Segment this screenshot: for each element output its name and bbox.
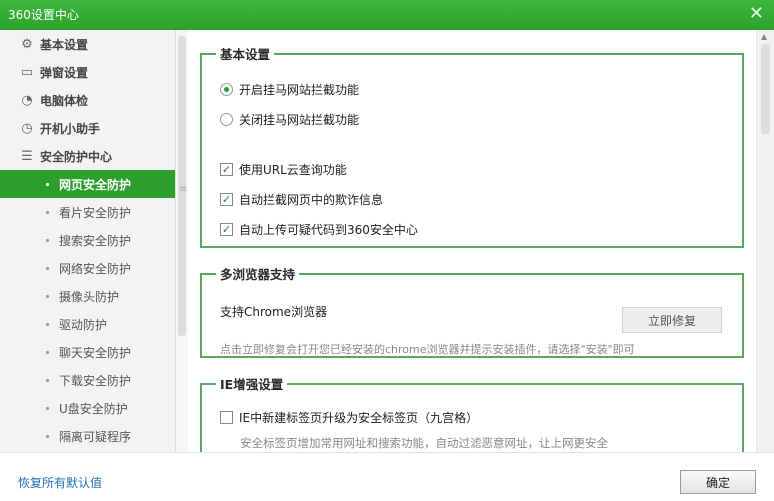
sidebar-scrollbar[interactable]: ≡ <box>176 30 188 452</box>
sidebar-item-camera-protection[interactable]: 摄像头防护 <box>0 282 175 310</box>
checkbox-checked-icon: ✓ <box>220 193 233 206</box>
option-label: IE中新建标签页升级为安全标签页（九宫格） <box>239 411 479 425</box>
chrome-support-label: 支持Chrome浏览器 <box>220 305 328 319</box>
option-label: 关闭挂马网站拦截功能 <box>239 113 360 127</box>
bullet-icon <box>46 406 49 410</box>
sidebar-item-label: 弹窗设置 <box>40 65 89 80</box>
sidebar-item-security-center[interactable]: ☰ 安全防护中心 <box>0 142 175 170</box>
option-label: 开启挂马网站拦截功能 <box>239 83 360 97</box>
radio-unchecked-icon <box>220 113 233 126</box>
restore-defaults-link[interactable]: 恢复所有默认值 <box>18 474 102 491</box>
group-title: IE增强设置 <box>220 377 284 392</box>
window-icon: ▭ <box>20 64 34 80</box>
repair-note: 点击立即修复会打开您已经安装的chrome浏览器并提示安装插件，请选择"安装"即… <box>220 343 635 356</box>
ie-enhance-group: IE增强设置 IE中新建标签页升级为安全标签页（九宫格） 安全标签页增加常用网址… <box>200 374 744 452</box>
bullet-icon <box>46 294 49 298</box>
bullet-icon <box>46 266 49 270</box>
sidebar: ⚙ 基本设置 ▭ 弹窗设置 ◔ 电脑体检 ◷ 开机小助手 ☰ 安全防护中心 网页… <box>0 30 176 452</box>
checkbox-url-cloud[interactable]: ✓ 使用URL云查询功能 <box>220 161 347 178</box>
sidebar-item-basic-settings[interactable]: ⚙ 基本设置 <box>0 30 175 58</box>
multi-browser-group: 多浏览器支持 支持Chrome浏览器 立即修复 点击立即修复会打开您已经安装的c… <box>200 264 744 358</box>
option-label: 使用URL云查询功能 <box>239 163 347 177</box>
settings-panel: 基本设置 开启挂马网站拦截功能 关闭挂马网站拦截功能 ✓ 使用URL云查询功能 … <box>188 30 756 452</box>
gear-icon: ⚙ <box>21 36 33 52</box>
close-icon[interactable]: ✕ <box>749 3 764 24</box>
option-label: 自动拦截网页中的欺诈信息 <box>239 193 384 207</box>
sidebar-item-download-protection[interactable]: 下载安全防护 <box>0 366 175 394</box>
bullet-icon <box>46 182 49 186</box>
sidebar-item-label: 电脑体检 <box>40 93 89 108</box>
list-icon: ☰ <box>21 148 33 164</box>
sidebar-item-network-protection[interactable]: 网络安全防护 <box>0 254 175 282</box>
bullet-icon <box>46 434 49 438</box>
bullet-icon <box>46 238 49 242</box>
sidebar-item-label: 驱动防护 <box>59 317 108 332</box>
sidebar-item-driver-protection[interactable]: 驱动防护 <box>0 310 175 338</box>
checkbox-block-fraud[interactable]: ✓ 自动拦截网页中的欺诈信息 <box>220 191 383 208</box>
radio-disable-blocking[interactable]: 关闭挂马网站拦截功能 <box>220 111 359 128</box>
group-title: 基本设置 <box>220 47 271 62</box>
sidebar-item-usb-protection[interactable]: U盘安全防护 <box>0 394 175 422</box>
sidebar-item-label: 网络安全防护 <box>59 261 132 276</box>
group-title: 多浏览器支持 <box>220 267 296 282</box>
window-title: 360设置中心 <box>8 8 79 22</box>
checkbox-checked-icon: ✓ <box>220 163 233 176</box>
sidebar-item-label: 基本设置 <box>40 37 89 52</box>
sidebar-item-search-protection[interactable]: 搜索安全防护 <box>0 226 175 254</box>
sidebar-item-label: 摄像头防护 <box>59 289 120 304</box>
bullet-icon <box>46 378 49 382</box>
sidebar-item-label: 下载安全防护 <box>59 373 132 388</box>
checkup-icon: ◔ <box>21 92 33 108</box>
content-scrollbar[interactable]: ▲ <box>756 30 774 452</box>
ie-safe-tab-description: 安全标签页增加常用网址和搜索功能，自动过滤恶意网址，让上网更安全 <box>240 436 608 450</box>
sidebar-item-chat-protection[interactable]: 聊天安全防护 <box>0 338 175 366</box>
sidebar-item-label: 网页安全防护 <box>59 177 132 192</box>
footer-bar: 恢复所有默认值 确定 <box>0 452 774 501</box>
sidebar-item-label: 隔离可疑程序 <box>59 429 132 444</box>
grip-icon: ≡ <box>179 184 188 195</box>
sidebar-item-popup-settings[interactable]: ▭ 弹窗设置 <box>0 58 175 86</box>
sidebar-item-label: 看片安全防护 <box>59 205 132 220</box>
bullet-icon <box>46 350 49 354</box>
radio-enable-blocking[interactable]: 开启挂马网站拦截功能 <box>220 81 359 98</box>
option-label: 自动上传可疑代码到360安全中心 <box>239 223 418 237</box>
clock-icon: ◷ <box>21 120 33 136</box>
sidebar-item-label: 开机小助手 <box>40 121 101 136</box>
sidebar-item-quarantine[interactable]: 隔离可疑程序 <box>0 422 175 450</box>
checkbox-unchecked-icon <box>220 411 233 424</box>
repair-now-button[interactable]: 立即修复 <box>622 307 722 333</box>
title-bar: 360设置中心 ✕ <box>0 0 774 30</box>
ok-button[interactable]: 确定 <box>680 470 756 494</box>
scroll-up-icon[interactable]: ▲ <box>761 32 767 41</box>
checkbox-ie-safe-tab[interactable]: IE中新建标签页升级为安全标签页（九宫格） <box>220 409 478 426</box>
sidebar-item-label: U盘安全防护 <box>59 401 128 416</box>
sidebar-item-label: 搜索安全防护 <box>59 233 132 248</box>
checkbox-checked-icon: ✓ <box>220 223 233 236</box>
radio-checked-icon <box>220 83 233 96</box>
basic-settings-group: 基本设置 开启挂马网站拦截功能 关闭挂马网站拦截功能 ✓ 使用URL云查询功能 … <box>200 44 744 248</box>
checkbox-upload-suspicious[interactable]: ✓ 自动上传可疑代码到360安全中心 <box>220 221 418 238</box>
sidebar-item-video-protection[interactable]: 看片安全防护 <box>0 198 175 226</box>
sidebar-item-label: 安全防护中心 <box>40 149 113 164</box>
sidebar-item-startup-helper[interactable]: ◷ 开机小助手 <box>0 114 175 142</box>
sidebar-item-web-protection[interactable]: 网页安全防护 <box>0 170 175 198</box>
sidebar-item-label: 聊天安全防护 <box>59 345 132 360</box>
bullet-icon <box>46 322 49 326</box>
sidebar-item-checkup[interactable]: ◔ 电脑体检 <box>0 86 175 114</box>
content-scrollbar-thumb[interactable] <box>761 44 770 134</box>
bullet-icon <box>46 210 49 214</box>
